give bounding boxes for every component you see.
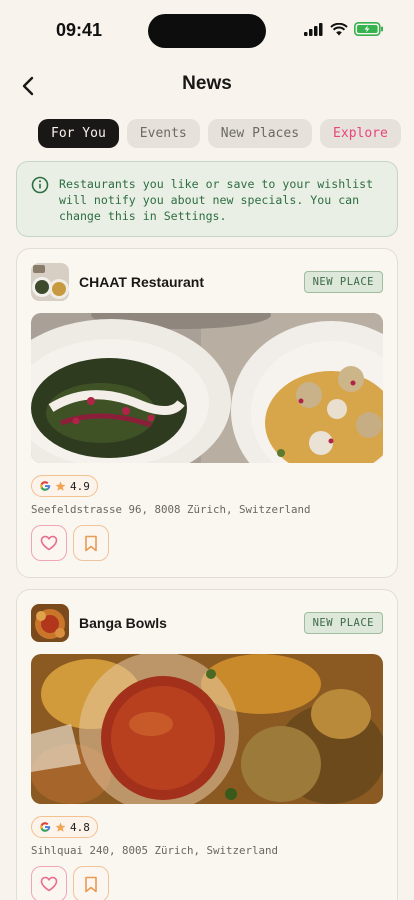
card-header: Banga Bowls NEW PLACE <box>31 604 383 642</box>
info-banner: Restaurants you like or save to your wis… <box>16 161 398 237</box>
page-title: News <box>182 73 232 94</box>
heart-icon <box>40 535 58 551</box>
google-icon <box>40 822 51 832</box>
restaurant-photo <box>31 654 383 804</box>
heart-icon <box>40 876 58 892</box>
dynamic-island <box>148 14 266 48</box>
restaurant-address: Seefeldstrasse 96, 8008 Zürich, Switzerl… <box>31 503 311 516</box>
bookmark-icon <box>85 876 97 892</box>
wifi-icon <box>330 22 348 35</box>
rating-value: 4.8 <box>70 820 90 834</box>
battery-icon <box>354 22 383 36</box>
restaurant-name: CHAAT Restaurant <box>79 274 204 290</box>
status-bar: 09:41 <box>0 0 414 60</box>
restaurant-avatar <box>31 263 69 301</box>
restaurant-card[interactable]: CHAAT Restaurant NEW PLACE 4.9 Seefeldst… <box>16 248 398 578</box>
new-place-badge: NEW PLACE <box>303 612 383 634</box>
google-rating: 4.9 <box>31 475 98 497</box>
card-header: CHAAT Restaurant NEW PLACE <box>31 263 383 301</box>
rating-value: 4.9 <box>70 479 90 493</box>
info-text-line-1: Restaurants you like or save to your wis… <box>59 177 374 191</box>
tab-for-you[interactable]: For You <box>38 119 119 148</box>
tab-events[interactable]: Events <box>126 119 200 148</box>
save-button[interactable] <box>73 525 109 561</box>
new-place-badge: NEW PLACE <box>303 271 383 293</box>
google-rating: 4.8 <box>31 816 98 838</box>
google-icon <box>40 481 51 491</box>
restaurant-address: Sihlquai 240, 8005 Zürich, Switzerland <box>31 844 279 857</box>
info-text-line-3: change this in Settings. <box>59 209 227 223</box>
tab-explore[interactable]: Explore <box>320 119 401 148</box>
restaurant-name: Banga Bowls <box>79 615 167 631</box>
signal-icon <box>304 22 323 36</box>
restaurant-avatar <box>31 604 69 642</box>
header: News <box>0 66 414 106</box>
restaurant-photo <box>31 313 383 463</box>
like-button[interactable] <box>31 525 67 561</box>
like-button[interactable] <box>31 866 67 900</box>
star-icon <box>55 481 66 491</box>
tab-new-places[interactable]: New Places <box>207 119 313 148</box>
info-text-line-2: will notify you about new specials. You … <box>59 193 360 207</box>
status-time: 09:41 <box>56 20 103 40</box>
info-icon <box>31 176 49 194</box>
tab-bar: For You Events New Places Explore <box>38 119 401 148</box>
restaurant-card[interactable]: Banga Bowls NEW PLACE 4.8 Sihlquai 240, … <box>16 589 398 900</box>
save-button[interactable] <box>73 866 109 900</box>
star-icon <box>55 822 66 832</box>
status-icons <box>304 22 384 36</box>
bookmark-icon <box>85 535 97 551</box>
